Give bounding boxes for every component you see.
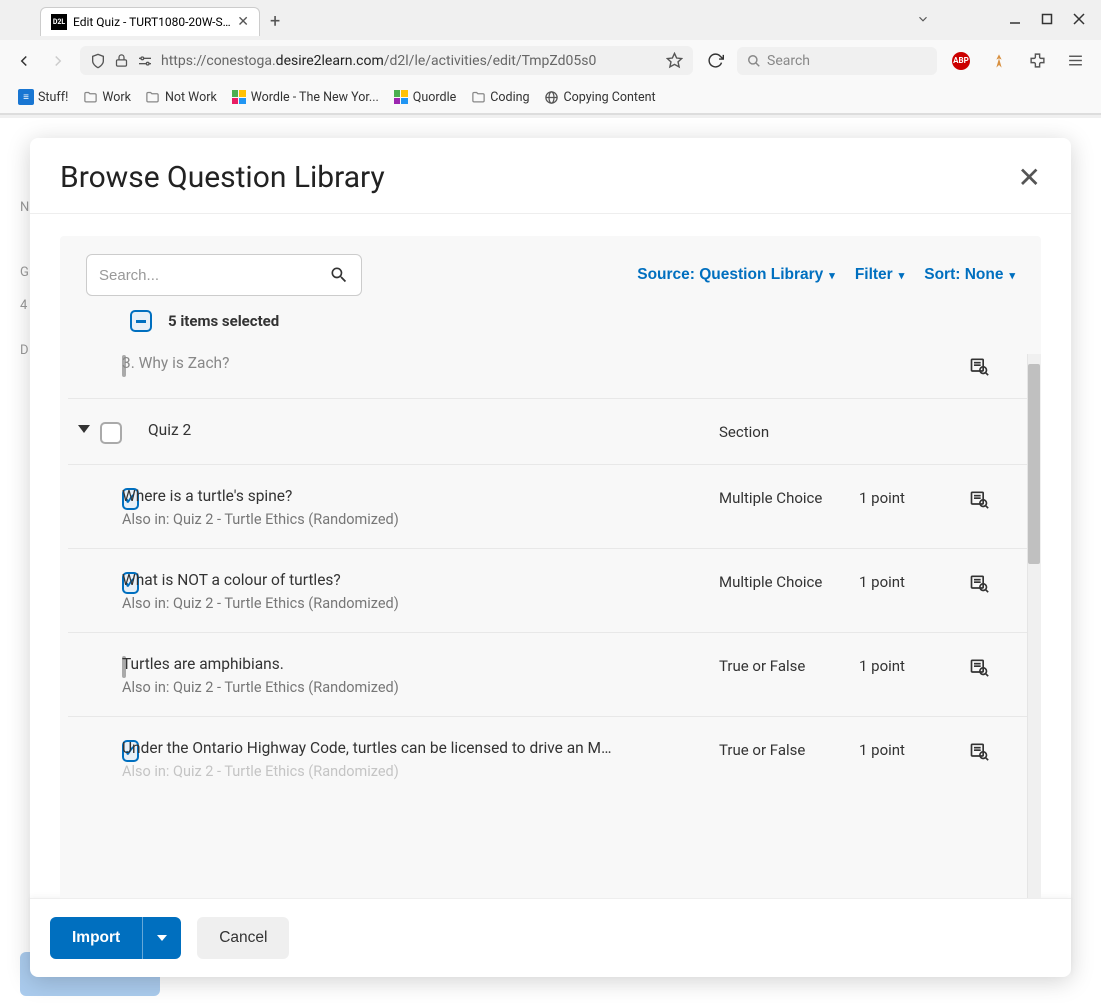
import-dropdown-caret[interactable] — [142, 917, 181, 959]
browser-chrome: D2L Edit Quiz - TURT1080-20W-Sec5 ✕ + — [0, 0, 1101, 115]
selection-count-text: 5 items selected — [168, 312, 279, 330]
modal-body: Source: Question Library▾ Filter▾ Sort: … — [30, 214, 1071, 898]
section-type: Section — [719, 421, 859, 441]
minimize-button[interactable] — [1001, 6, 1029, 32]
window-controls — [909, 6, 1093, 32]
preview-icon[interactable] — [969, 657, 1009, 677]
abp-icon[interactable]: ABP — [947, 52, 975, 70]
expand-caret-icon[interactable] — [78, 425, 90, 433]
question-title: Turtles are amphibians. — [122, 655, 612, 673]
sort-dropdown[interactable]: Sort: None▾ — [924, 266, 1015, 284]
bookmark-copying-content[interactable]: Copying Content — [538, 85, 662, 109]
bookmark-wordle[interactable]: Wordle - The New Yor... — [225, 85, 385, 109]
import-split-button: Import — [50, 917, 181, 959]
controls-container: Source: Question Library▾ Filter▾ Sort: … — [60, 236, 1041, 354]
question-type: True or False — [719, 655, 859, 675]
browser-search-box[interactable]: Search — [737, 47, 937, 75]
question-points: 1 point — [859, 739, 969, 759]
question-meta: Also in: Quiz 2 - Turtle Ethics (Randomi… — [122, 679, 719, 696]
url-text: https://conestoga.desire2learn.com/d2l/l… — [161, 53, 658, 69]
bookmarks-bar: ≡Stuff! Work Not Work Wordle - The New Y… — [0, 81, 1101, 114]
section-row: Quiz 2 Section — [68, 399, 1027, 465]
search-input[interactable] — [99, 267, 329, 284]
modal-header: Browse Question Library ✕ — [30, 138, 1071, 214]
cancel-button[interactable]: Cancel — [197, 917, 289, 959]
selection-summary-row: 5 items selected — [86, 296, 1015, 336]
bookmark-work[interactable]: Work — [76, 85, 137, 109]
browser-tab[interactable]: D2L Edit Quiz - TURT1080-20W-Sec5 ✕ — [40, 7, 260, 36]
question-meta: Also in: Quiz 2 - Turtle Ethics (Randomi… — [122, 595, 719, 612]
menu-hamburger-icon[interactable] — [1061, 52, 1089, 69]
permissions-icon[interactable] — [137, 53, 153, 69]
section-checkbox[interactable] — [100, 422, 122, 444]
scrollbar-track[interactable] — [1027, 354, 1041, 898]
maximize-button[interactable] — [1033, 6, 1061, 32]
preview-icon[interactable] — [969, 356, 1009, 376]
modal-footer: Import Cancel — [30, 898, 1071, 977]
question-list: 3. Why is Zach? Quiz 2 Section Wher — [60, 354, 1041, 898]
preview-icon[interactable] — [969, 741, 1009, 761]
address-bar[interactable]: https://conestoga.desire2learn.com/d2l/l… — [80, 46, 693, 75]
import-button[interactable]: Import — [50, 917, 142, 959]
back-button[interactable] — [12, 49, 36, 73]
question-type: Multiple Choice — [719, 487, 859, 507]
question-title: Under the Ontario Highway Code, turtles … — [122, 739, 612, 757]
extensions-puzzle-icon[interactable] — [1023, 52, 1051, 69]
bookmark-not-work[interactable]: Not Work — [139, 85, 223, 109]
question-row: What is NOT a colour of turtles? Also in… — [68, 549, 1027, 633]
close-window-button[interactable] — [1065, 6, 1093, 32]
favicon: D2L — [51, 14, 67, 30]
preview-icon[interactable] — [969, 573, 1009, 593]
question-row: Turtles are amphibians. Also in: Quiz 2 … — [68, 633, 1027, 717]
question-type: True or False — [719, 739, 859, 759]
question-meta: Also in: Quiz 2 - Turtle Ethics (Randomi… — [122, 763, 719, 780]
question-meta: Also in: Quiz 2 - Turtle Ethics (Randomi… — [122, 511, 719, 528]
bookmark-quordle[interactable]: Quordle — [387, 85, 462, 109]
section-title: Quiz 2 — [148, 421, 719, 439]
extension-icon[interactable] — [985, 53, 1013, 69]
search-icon — [747, 54, 761, 68]
bookmark-coding[interactable]: Coding — [464, 85, 535, 109]
source-dropdown[interactable]: Source: Question Library▾ — [637, 266, 835, 284]
question-row: Where is a turtle's spine? Also in: Quiz… — [68, 465, 1027, 549]
reload-button[interactable] — [703, 49, 727, 73]
new-tab-button[interactable]: + — [270, 11, 280, 32]
tab-title: Edit Quiz - TURT1080-20W-Sec5 — [73, 15, 231, 29]
preview-icon[interactable] — [969, 489, 1009, 509]
filter-dropdown[interactable]: Filter▾ — [855, 266, 904, 284]
lock-icon[interactable] — [114, 53, 129, 68]
tab-bar: D2L Edit Quiz - TURT1080-20W-Sec5 ✕ + — [0, 0, 1101, 40]
modal-title: Browse Question Library — [60, 160, 385, 195]
question-title: 3. Why is Zach? — [122, 354, 612, 372]
close-tab-icon[interactable]: ✕ — [237, 14, 249, 30]
search-submit-button[interactable] — [329, 265, 349, 285]
question-list-scroll[interactable]: 3. Why is Zach? Quiz 2 Section Wher — [68, 354, 1033, 794]
question-row: Under the Ontario Highway Code, turtles … — [68, 717, 1027, 794]
scrollbar-thumb[interactable] — [1028, 364, 1040, 564]
bookmark-star-icon[interactable] — [666, 52, 683, 69]
search-field[interactable] — [86, 254, 362, 296]
forward-button[interactable] — [46, 49, 70, 73]
question-points: 1 point — [859, 655, 969, 675]
question-row: 3. Why is Zach? — [68, 354, 1027, 399]
nav-bar: https://conestoga.desire2learn.com/d2l/l… — [0, 40, 1101, 81]
question-points: 1 point — [859, 571, 969, 591]
question-title: Where is a turtle's spine? — [122, 487, 612, 505]
select-all-checkbox[interactable] — [130, 310, 152, 332]
shield-icon[interactable] — [90, 53, 106, 69]
bookmark-stuff[interactable]: ≡Stuff! — [12, 85, 74, 109]
question-points: 1 point — [859, 487, 969, 507]
question-title: What is NOT a colour of turtles? — [122, 571, 612, 589]
modal-close-button[interactable]: ✕ — [1018, 161, 1041, 194]
browse-question-library-modal: Browse Question Library ✕ Source: Questi… — [30, 138, 1071, 977]
tab-list-chevron-icon[interactable] — [909, 6, 937, 32]
search-icon — [329, 265, 349, 285]
question-type: Multiple Choice — [719, 571, 859, 591]
